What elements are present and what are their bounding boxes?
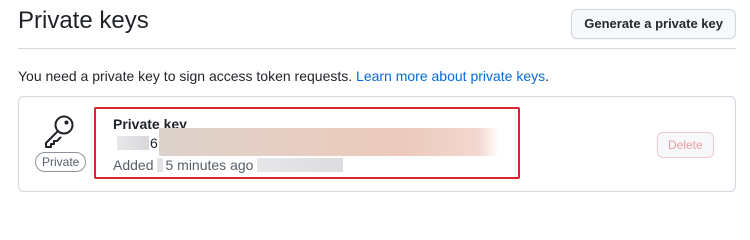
- intro-description: You need a private key to sign access to…: [18, 68, 357, 84]
- private-keys-page: Private keys Generate a private key You …: [0, 0, 750, 204]
- intro-text: You need a private key to sign access to…: [18, 66, 549, 86]
- added-time: 5 minutes ago: [165, 157, 254, 173]
- delete-key-button[interactable]: Delete: [657, 132, 714, 158]
- learn-more-link[interactable]: Learn more about private keys: [356, 68, 545, 84]
- added-label: Added: [113, 157, 154, 173]
- generate-private-key-button[interactable]: Generate a private key: [571, 9, 736, 39]
- redacted-added-user: [257, 158, 344, 172]
- section-header: Private keys Generate a private key: [18, 0, 736, 49]
- page-title: Private keys: [18, 7, 149, 34]
- key-icon: [45, 115, 74, 148]
- key-added-info: Added 5 minutes ago: [113, 156, 344, 174]
- private-key-card: Private Private key 6 Added 5 minutes ago…: [18, 96, 736, 192]
- fingerprint-visible-char: 6: [150, 135, 158, 151]
- redacted-fingerprint: [159, 128, 499, 156]
- private-badge: Private: [35, 152, 87, 172]
- redacted-added-detail: [157, 158, 164, 172]
- key-fingerprint: 6: [113, 128, 503, 156]
- redacted-fingerprint-prefix: [117, 136, 149, 150]
- intro-trailing: .: [545, 68, 550, 84]
